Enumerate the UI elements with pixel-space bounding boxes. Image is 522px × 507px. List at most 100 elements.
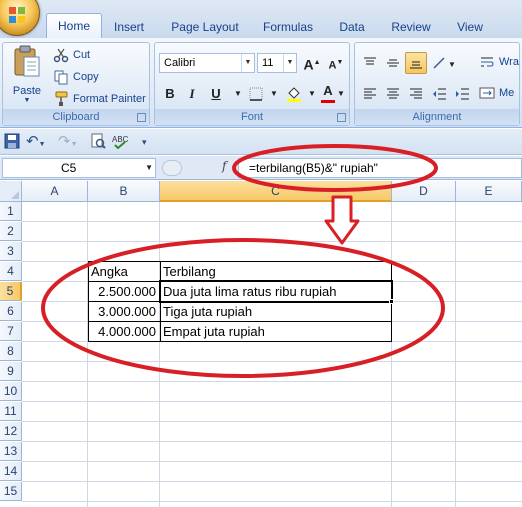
copy-button[interactable]: Copy: [53, 69, 99, 85]
column-header-c[interactable]: C: [160, 181, 392, 202]
formula-input[interactable]: =terbilang(B5)&" rupiah": [238, 158, 522, 178]
name-box-value: C5: [61, 161, 77, 175]
align-middle-icon: [387, 59, 399, 67]
increase-indent-icon: [456, 88, 469, 100]
active-cell-selection[interactable]: [159, 280, 393, 303]
print-preview-button[interactable]: [90, 133, 106, 151]
chevron-down-icon[interactable]: ▼: [241, 54, 254, 72]
italic-button[interactable]: I: [181, 83, 203, 105]
cell-b5[interactable]: 2.500.000: [90, 282, 156, 301]
grow-font-button[interactable]: A▲: [301, 52, 323, 74]
copy-label: Copy: [73, 71, 99, 83]
column-header-b[interactable]: B: [88, 181, 160, 202]
paste-icon: [14, 45, 40, 77]
office-button[interactable]: [0, 0, 40, 36]
align-bottom-button[interactable]: [405, 52, 427, 74]
cell-b7[interactable]: 4.000.000: [90, 322, 156, 341]
chevron-down-icon: ▼: [234, 89, 242, 98]
align-center-button[interactable]: [382, 83, 404, 105]
row-header-14[interactable]: 14: [0, 462, 22, 481]
format-painter-label: Format Painter: [73, 93, 146, 105]
row-header-12[interactable]: 12: [0, 422, 22, 441]
row-header-7[interactable]: 7: [0, 322, 22, 341]
row-header-4[interactable]: 4: [0, 262, 22, 281]
save-button[interactable]: [4, 133, 20, 151]
tab-review[interactable]: Review: [386, 16, 436, 38]
row-header-2[interactable]: 2: [0, 222, 22, 241]
increase-indent-button[interactable]: [452, 83, 474, 105]
chevron-down-icon[interactable]: ▼: [145, 159, 153, 177]
tab-view[interactable]: View: [452, 16, 488, 38]
font-dialog-launcher-icon[interactable]: [337, 113, 346, 122]
align-middle-button[interactable]: [382, 52, 404, 74]
clipboard-group: Paste ▼ Cut Copy Format Painter Clipboar…: [2, 42, 150, 126]
customize-toolbar-button[interactable]: ▾: [142, 133, 147, 151]
tab-formulas[interactable]: Formulas: [258, 16, 318, 38]
tab-page-layout[interactable]: Page Layout: [166, 16, 244, 38]
chevron-down-icon[interactable]: ▼: [283, 54, 296, 72]
cut-label: Cut: [73, 49, 91, 61]
cell-b6[interactable]: 3.000.000: [90, 302, 156, 321]
formula-bar-expand-handle[interactable]: [162, 160, 182, 176]
column-header-e[interactable]: E: [456, 181, 522, 202]
cut-button[interactable]: Cut: [53, 47, 90, 63]
row-header-11[interactable]: 11: [0, 402, 22, 421]
row-header-3[interactable]: 3: [0, 242, 22, 261]
merge-cells-icon: [479, 87, 495, 99]
orientation-button[interactable]: ▼: [429, 52, 459, 74]
row-header-8[interactable]: 8: [0, 342, 22, 361]
align-top-button[interactable]: [359, 52, 381, 74]
chevron-down-icon: ▼: [270, 89, 278, 98]
name-box[interactable]: C5 ▼: [2, 158, 156, 178]
bold-icon: B: [165, 86, 175, 101]
row-header-6[interactable]: 6: [0, 302, 22, 321]
gridline: [22, 241, 522, 242]
spelling-button[interactable]: ABC: [112, 133, 129, 151]
tab-insert[interactable]: Insert: [108, 16, 150, 38]
select-all-button[interactable]: [0, 181, 22, 202]
decrease-indent-icon: [433, 88, 446, 100]
fill-handle[interactable]: [389, 299, 394, 304]
cell-b4[interactable]: Angka: [91, 262, 159, 281]
worksheet-grid[interactable]: A B C D E 1 2 3 4 5 6 7 8 9 10 11 12 13 …: [0, 181, 522, 507]
font-name-combo[interactable]: Calibri ▼: [159, 53, 255, 73]
row-header-1[interactable]: 1: [0, 202, 22, 221]
merge-center-button[interactable]: Me: [479, 85, 514, 101]
undo-icon: ↶: [26, 133, 39, 150]
cell-c4[interactable]: Terbilang: [163, 262, 389, 281]
shrink-font-icon: A: [328, 59, 337, 72]
chevron-down-icon: ▼: [70, 141, 78, 148]
align-right-button[interactable]: [405, 83, 427, 105]
undo-button[interactable]: ↶▼: [26, 133, 46, 151]
column-header-a[interactable]: A: [22, 181, 88, 202]
tab-data[interactable]: Data: [334, 16, 370, 38]
tab-home[interactable]: Home: [46, 13, 102, 39]
clipboard-dialog-launcher-icon[interactable]: [137, 113, 146, 122]
row-header-9[interactable]: 9: [0, 362, 22, 381]
underline-button[interactable]: U: [205, 83, 227, 105]
borders-dropdown[interactable]: ▼: [263, 83, 285, 105]
font-color-dropdown[interactable]: ▼: [335, 83, 347, 105]
shrink-font-button[interactable]: A▼: [325, 52, 347, 74]
chevron-down-icon: ▼: [337, 89, 345, 98]
decrease-indent-button[interactable]: [429, 83, 451, 105]
cell-c7[interactable]: Empat juta rupiah: [163, 322, 389, 341]
paste-button[interactable]: Paste ▼: [7, 45, 47, 105]
format-painter-button[interactable]: Format Painter: [53, 91, 146, 107]
save-icon: [4, 133, 20, 149]
align-bottom-icon: [410, 61, 422, 69]
svg-text:ABC: ABC: [112, 135, 128, 144]
row-header-10[interactable]: 10: [0, 382, 22, 401]
underline-icon: U: [211, 86, 221, 101]
wrap-text-button[interactable]: Wra: [479, 54, 519, 70]
insert-function-icon[interactable]: f: [222, 159, 226, 173]
row-header-13[interactable]: 13: [0, 442, 22, 461]
row-header-5[interactable]: 5: [0, 282, 22, 301]
cell-c6[interactable]: Tiga juta rupiah: [163, 302, 389, 321]
column-header-d[interactable]: D: [392, 181, 456, 202]
font-size-combo[interactable]: 11 ▼: [257, 53, 297, 73]
row-header-15[interactable]: 15: [0, 482, 22, 501]
bold-button[interactable]: B: [159, 83, 181, 105]
align-left-button[interactable]: [359, 83, 381, 105]
redo-button[interactable]: ↷▼: [58, 133, 78, 151]
